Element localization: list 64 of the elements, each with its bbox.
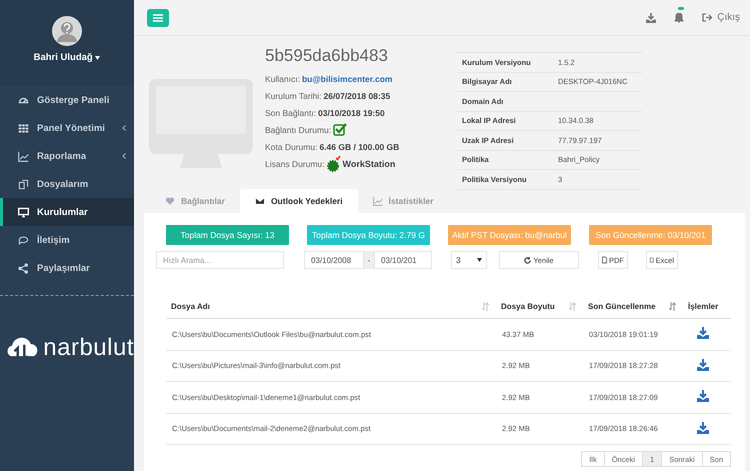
files-icon [18, 178, 29, 190]
logo-text: narbulut [43, 334, 134, 362]
user-email-link[interactable]: bu@bilisimcenter.com [302, 74, 392, 84]
field-value: 6.46 GB / 100.00 GB [319, 142, 400, 152]
grid-icon [18, 122, 29, 134]
search-field[interactable]: Hızlı Arama... [156, 251, 284, 269]
heart-icon [165, 196, 175, 206]
field-value: WorkStation [342, 158, 396, 168]
caret-icon [477, 258, 482, 262]
field-label: Kullanıcı: [265, 74, 300, 84]
menu-item[interactable]: Panel Yönetimi [0, 114, 134, 142]
download-icon[interactable] [697, 390, 709, 402]
menu-item[interactable]: Raporlama [0, 142, 134, 170]
envelope-icon [254, 196, 265, 206]
date-from-field[interactable]: 03/10/2008 [304, 251, 364, 269]
menu-item[interactable]: Dosyalarım [0, 170, 134, 198]
file-icon [650, 256, 654, 264]
line-chart-icon [372, 196, 383, 206]
tab[interactable]: Outlook Yedekleri [240, 189, 358, 213]
field-label: Son Bağlantı: [265, 108, 316, 118]
sort-icon [482, 302, 489, 311]
sort-icon [669, 302, 676, 311]
stat-badge: Toplam Dosya Boyutu: 2.79 G [307, 225, 430, 245]
stat-badge: Aktif PST Dosyası: bu@narbul [448, 225, 571, 245]
check-icon [333, 123, 348, 136]
stat-badge: Son Güncellenme: 03/10/201 [589, 225, 712, 245]
avatar-icon [52, 16, 82, 46]
logout-icon [702, 13, 712, 22]
menu-item[interactable]: İletişim [0, 226, 134, 254]
device-id: 5b595da6bb483 [265, 46, 389, 66]
field-value: 26/07/2018 08:35 [324, 90, 390, 100]
menu-item[interactable]: Gösterge Paneli [0, 86, 134, 114]
download-icon[interactable] [697, 327, 709, 340]
license-badge-icon [326, 156, 341, 172]
field-label: Kota Durumu: [265, 142, 318, 152]
download-icon[interactable] [646, 12, 656, 22]
column-header: İşlemler [688, 302, 718, 311]
column-header[interactable]: Dosya Boyutu [501, 302, 555, 311]
menu-item[interactable]: Paylaşımlar [0, 254, 134, 282]
field-value: 03/10/2018 19:50 [318, 108, 385, 118]
stat-badge: Toplam Dosya Sayısı: 13 [166, 225, 289, 245]
download-icon[interactable] [697, 422, 709, 434]
column-header[interactable]: Dosya Adı [171, 302, 210, 311]
field-label: Bağlantı Durumu: [265, 124, 332, 134]
download-icon[interactable] [697, 358, 709, 371]
monitor-icon [18, 206, 29, 218]
field-label: Lisans Durumu: [265, 158, 325, 168]
file-icon [602, 256, 607, 264]
chat-icon [18, 234, 29, 246]
bell-icon[interactable] [674, 12, 684, 22]
user-menu[interactable]: Bahri Uludağ [34, 52, 100, 63]
caret-icon [95, 56, 100, 60]
page-size-select[interactable]: 3 [451, 251, 487, 269]
menu-icon [153, 14, 163, 22]
date-to-field[interactable]: 03/10/201 [374, 251, 432, 269]
share-icon [18, 262, 29, 274]
field-label: Kurulum Tarihi: [265, 90, 322, 100]
logout-link[interactable]: Çıkış [702, 12, 740, 23]
date-separator: - [364, 251, 374, 269]
refresh-icon [524, 256, 532, 264]
line-chart-icon [18, 150, 29, 162]
column-header[interactable]: Son Güncellenme [588, 302, 656, 311]
menu-item[interactable]: Kurulumlar [0, 198, 134, 226]
sort-icon [569, 302, 576, 311]
